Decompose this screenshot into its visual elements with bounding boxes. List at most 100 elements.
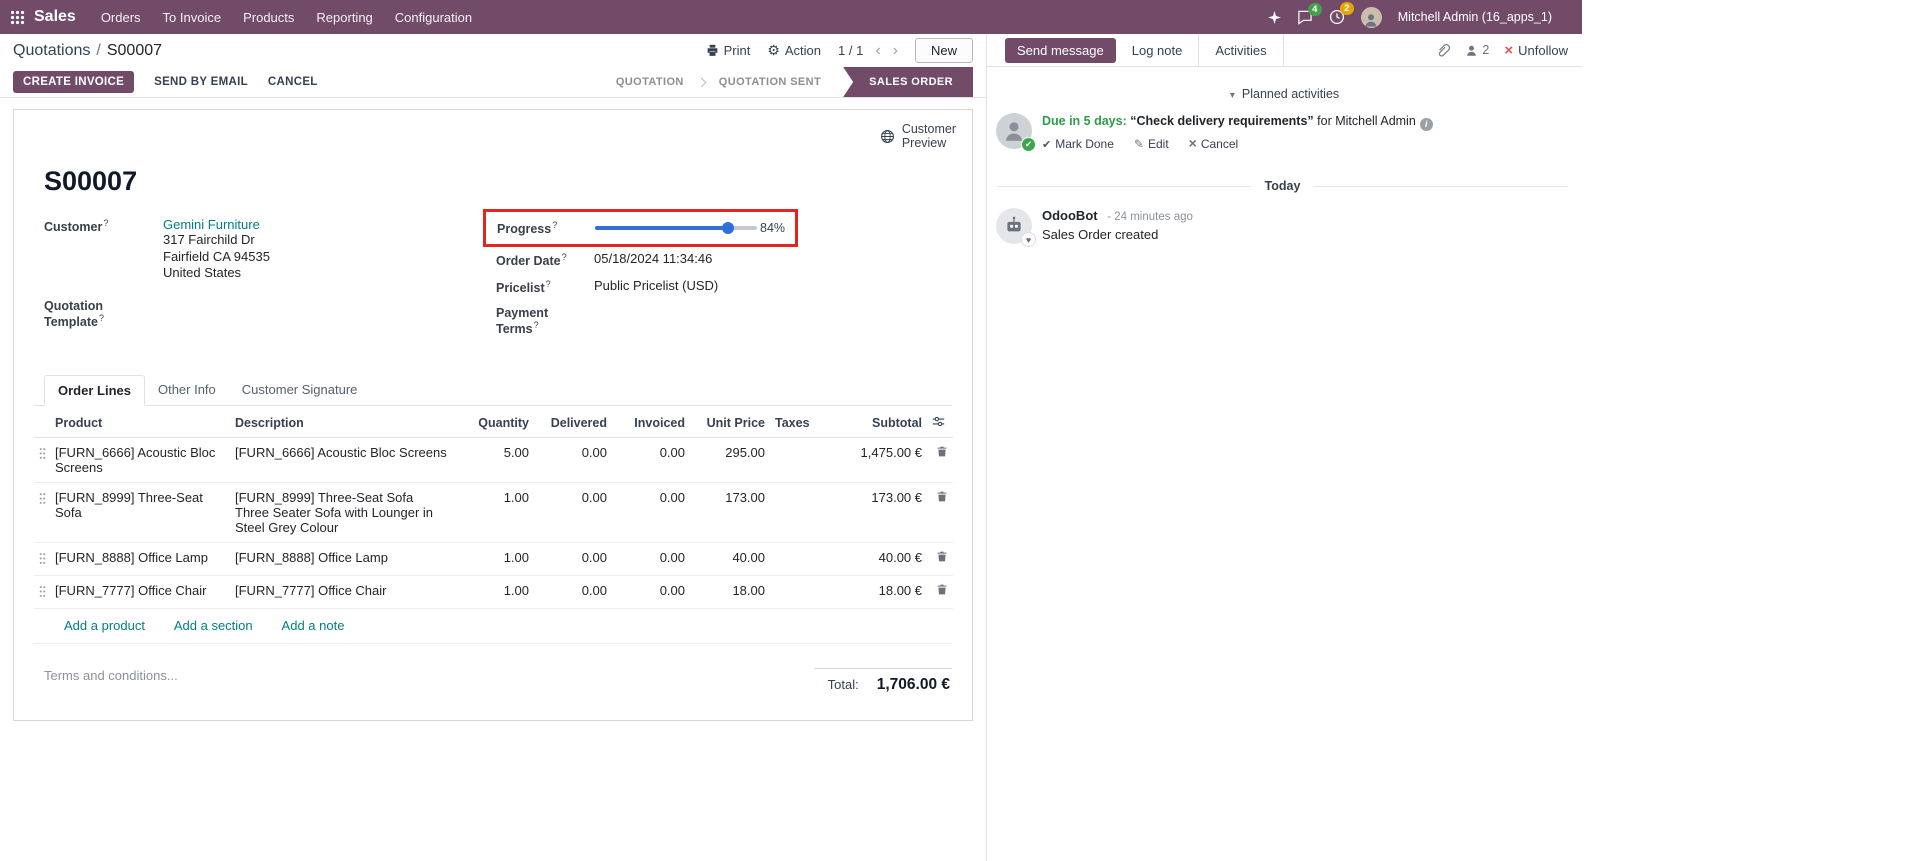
delete-row-icon[interactable]	[927, 437, 953, 482]
activities-button[interactable]: Activities	[1198, 34, 1283, 66]
cancel-button[interactable]: CANCEL	[268, 76, 318, 88]
menu-configuration[interactable]: Configuration	[384, 0, 483, 34]
send-message-button[interactable]: Send message	[1005, 38, 1116, 63]
taxes-cell[interactable]	[770, 437, 832, 482]
messages-icon[interactable]: 4	[1297, 10, 1313, 25]
user-avatar[interactable]	[1361, 7, 1382, 28]
customer-link[interactable]: Gemini Furniture	[163, 217, 260, 232]
order-date-value[interactable]: 05/18/2024 11:34:46	[594, 251, 712, 268]
optional-columns-icon[interactable]	[927, 408, 953, 438]
cancel-activity-button[interactable]: Cancel	[1189, 136, 1239, 151]
pager-previous-icon[interactable]: ‹	[875, 43, 880, 59]
message-author[interactable]: OdooBot	[1042, 208, 1098, 223]
action-label: Action	[785, 43, 821, 58]
quantity-cell[interactable]: 1.00	[464, 542, 534, 575]
taxes-cell[interactable]	[770, 482, 832, 542]
product-cell[interactable]: [FURN_6666] Acoustic Bloc Screens	[50, 437, 230, 482]
add-section-link[interactable]: Add a section	[174, 618, 253, 633]
send-by-email-button[interactable]: SEND BY EMAIL	[154, 76, 248, 88]
taxes-cell[interactable]	[770, 575, 832, 608]
description-cell[interactable]: [FURN_8999] Three-Seat Sofa Three Seater…	[230, 482, 464, 542]
delivered-cell[interactable]: 0.00	[534, 542, 612, 575]
new-button[interactable]: New	[915, 38, 973, 63]
pager-next-icon[interactable]: ›	[893, 43, 898, 59]
taxes-cell[interactable]	[770, 542, 832, 575]
form-pane: Quotations / S00007 Print Action 1 / 1 ‹	[0, 34, 986, 861]
description-cell[interactable]: [FURN_7777] Office Chair	[230, 575, 464, 608]
tab-order-lines[interactable]: Order Lines	[44, 375, 145, 406]
pricelist-value[interactable]: Public Pricelist (USD)	[594, 278, 718, 295]
menu-reporting[interactable]: Reporting	[305, 0, 383, 34]
apps-grid-icon[interactable]	[10, 10, 25, 25]
customer-preview-button[interactable]: Customer Preview	[880, 122, 956, 150]
edit-activity-button[interactable]: Edit	[1134, 136, 1169, 151]
pricelist-field: Pricelist? Public Pricelist (USD)	[496, 278, 826, 295]
unit-price-cell[interactable]: 173.00	[690, 482, 770, 542]
delivered-cell[interactable]: 0.00	[534, 575, 612, 608]
description-cell[interactable]: [FURN_8888] Office Lamp	[230, 542, 464, 575]
menu-orders[interactable]: Orders	[90, 0, 152, 34]
drag-handle-icon[interactable]	[34, 437, 50, 482]
create-invoice-button[interactable]: CREATE INVOICE	[13, 71, 134, 93]
delivered-cell[interactable]: 0.00	[534, 482, 612, 542]
status-quotation[interactable]: QUOTATION	[602, 76, 698, 88]
payment-terms-field[interactable]: Payment Terms?	[496, 305, 826, 336]
invoiced-cell[interactable]: 0.00	[612, 542, 690, 575]
status-quotation-sent[interactable]: QUOTATION SENT	[705, 76, 835, 88]
planned-activities-label: Planned activities	[1242, 87, 1339, 101]
print-label: Print	[724, 43, 751, 58]
invoiced-cell[interactable]: 0.00	[612, 482, 690, 542]
drag-handle-icon[interactable]	[34, 482, 50, 542]
progress-slider-handle[interactable]	[722, 222, 734, 234]
attachments-paperclip-icon[interactable]	[1436, 43, 1450, 58]
delivered-cell[interactable]: 0.00	[534, 437, 612, 482]
add-note-link[interactable]: Add a note	[282, 618, 345, 633]
quotation-template-label: Quotation Template?	[44, 298, 163, 329]
quotation-template-field[interactable]: Quotation Template?	[44, 298, 496, 329]
payment-terms-label: Payment Terms?	[496, 305, 594, 336]
user-menu[interactable]: Mitchell Admin (16_apps_1)	[1398, 10, 1552, 24]
product-cell[interactable]: [FURN_8999] Three-Seat Sofa	[50, 482, 230, 542]
log-note-button[interactable]: Log note	[1116, 34, 1199, 66]
progress-slider[interactable]	[595, 226, 757, 230]
product-cell[interactable]: [FURN_8888] Office Lamp	[50, 542, 230, 575]
mark-done-button[interactable]: Mark Done	[1042, 136, 1114, 151]
status-sales-order[interactable]: SALES ORDER	[843, 67, 973, 97]
wand-icon[interactable]	[1268, 11, 1281, 24]
drag-handle-icon[interactable]	[34, 575, 50, 608]
today-divider: Today	[997, 179, 1568, 193]
tab-customer-signature[interactable]: Customer Signature	[229, 375, 371, 405]
unit-price-cell[interactable]: 18.00	[690, 575, 770, 608]
delete-row-icon[interactable]	[927, 542, 953, 575]
help-marker: ?	[552, 220, 557, 230]
drag-handle-icon[interactable]	[34, 542, 50, 575]
add-product-link[interactable]: Add a product	[64, 618, 145, 633]
breadcrumb-parent[interactable]: Quotations	[13, 42, 90, 60]
description-cell[interactable]: [FURN_6666] Acoustic Bloc Screens	[230, 437, 464, 482]
action-button[interactable]: Action	[767, 42, 821, 59]
followers-button[interactable]: 2	[1465, 43, 1489, 57]
tab-other-info[interactable]: Other Info	[145, 375, 229, 405]
info-icon[interactable]	[1420, 118, 1433, 131]
delete-row-icon[interactable]	[927, 482, 953, 542]
activity-summary: “Check delivery requirements”	[1130, 114, 1313, 128]
quantity-cell[interactable]: 5.00	[464, 437, 534, 482]
menu-to-invoice[interactable]: To Invoice	[152, 0, 233, 34]
menu-products[interactable]: Products	[232, 0, 305, 34]
terms-placeholder[interactable]: Terms and conditions...	[44, 668, 178, 683]
product-cell[interactable]: [FURN_7777] Office Chair	[50, 575, 230, 608]
planned-activities-toggle[interactable]: Planned activities	[987, 87, 1582, 101]
unit-price-cell[interactable]: 40.00	[690, 542, 770, 575]
print-button[interactable]: Print	[706, 43, 751, 58]
unit-price-cell[interactable]: 295.00	[690, 437, 770, 482]
activities-clock-icon[interactable]: 2	[1329, 9, 1345, 25]
invoiced-cell[interactable]: 0.00	[612, 437, 690, 482]
globe-icon	[880, 129, 895, 144]
quantity-cell[interactable]: 1.00	[464, 575, 534, 608]
unfollow-button[interactable]: Unfollow	[1504, 43, 1568, 58]
printer-icon	[706, 44, 719, 57]
delete-row-icon[interactable]	[927, 575, 953, 608]
quantity-cell[interactable]: 1.00	[464, 482, 534, 542]
app-brand[interactable]: Sales	[34, 8, 76, 26]
invoiced-cell[interactable]: 0.00	[612, 575, 690, 608]
